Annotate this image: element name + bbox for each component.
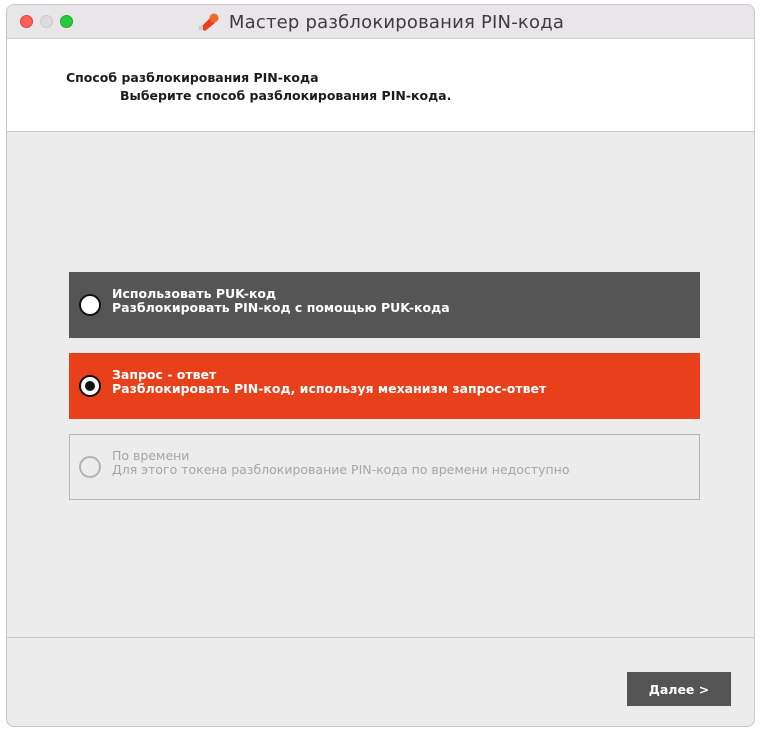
wizard-header: Способ разблокирования PIN-кода Выберите…	[7, 39, 754, 132]
unlock-wizard-window: Мастер разблокирования PIN-кода Способ р…	[6, 4, 755, 727]
option-title: По времени	[112, 448, 190, 463]
key-icon	[198, 13, 219, 31]
option-challenge-response-text: Запрос - ответ Разблокировать PIN-код, и…	[112, 368, 546, 396]
option-title: Использовать PUK-код	[112, 286, 277, 301]
next-button[interactable]: Далее >	[627, 672, 731, 706]
page-subtitle: Выберите способ разблокирования PIN-кода…	[120, 88, 452, 103]
option-description: Разблокировать PIN-код с помощью PUK-код…	[112, 300, 450, 315]
option-time-based-text: По времени Для этого токена разблокирова…	[112, 449, 569, 477]
option-puk-code-text: Использовать PUK-код Разблокировать PIN-…	[112, 287, 450, 315]
title-bar: Мастер разблокирования PIN-кода	[7, 5, 754, 39]
radio-time-based	[79, 456, 101, 478]
option-title: Запрос - ответ	[112, 367, 217, 382]
option-description: Разблокировать PIN-код, используя механи…	[112, 381, 547, 396]
option-challenge-response[interactable]: Запрос - ответ Разблокировать PIN-код, и…	[69, 353, 700, 419]
footer-divider	[7, 637, 754, 638]
option-description: Для этого токена разблокирование PIN-код…	[112, 462, 570, 477]
page-title: Способ разблокирования PIN-кода	[66, 70, 319, 85]
radio-challenge-response[interactable]	[79, 375, 101, 397]
option-puk-code[interactable]: Использовать PUK-код Разблокировать PIN-…	[69, 272, 700, 338]
radio-puk-code[interactable]	[79, 294, 101, 316]
option-time-based: По времени Для этого токена разблокирова…	[69, 434, 700, 500]
window-title: Мастер разблокирования PIN-кода	[228, 11, 565, 33]
window-title-area: Мастер разблокирования PIN-кода	[7, 5, 754, 39]
